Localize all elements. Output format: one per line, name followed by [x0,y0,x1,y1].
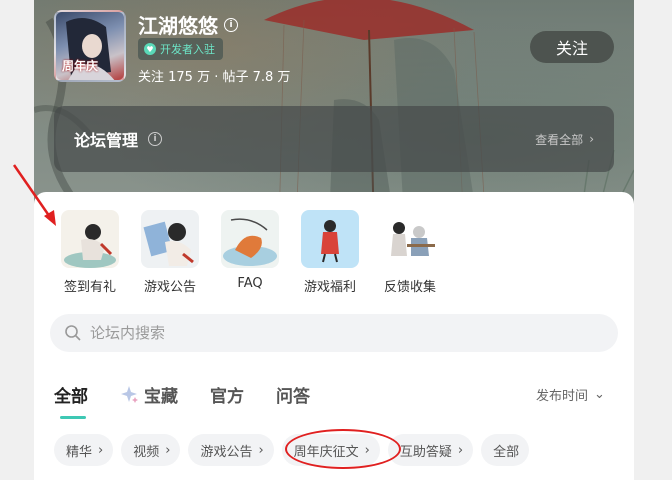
shortcut-feedback[interactable]: 反馈收集 [370,210,450,295]
sparkle-icon [121,385,138,403]
chevron-right-icon: › [457,442,464,458]
sort-dropdown[interactable]: 发布时间 ⌄ [536,385,605,404]
left-gutter [0,0,34,480]
forum-stats: 关注 175 万 · 帖子 7.8 万 [138,70,291,85]
chip-game-announcement[interactable]: 游戏公告 › [188,434,274,466]
tab-label: 全部 [54,387,88,407]
shortcut-grid: 签到有礼 游戏公告 FAQ 游戏福利 反馈收集 [50,210,450,295]
shortcut-label: 签到有礼 [63,280,116,295]
tab-label: 宝藏 [144,387,178,407]
avatar-stamp-text: 周年庆 [62,59,99,73]
chip-label: 精华 [66,444,93,460]
chip-label: 互助答疑 [399,444,452,460]
chip-label: 游戏公告 [200,444,253,460]
announcement-thumbnail [141,210,199,268]
info-icon[interactable]: i [224,17,238,32]
category-chips: 精华 › 视频 › 游戏公告 › 周年庆征文 › 互助答疑 › 全部 [54,434,530,466]
heart-icon: ♥ [144,43,156,55]
developer-badge: ♥ 开发者入驻 [138,38,223,60]
shortcut-game-announcement[interactable]: 游戏公告 [130,210,210,295]
shortcut-label: 游戏福利 [303,280,356,295]
shortcut-label: 游戏公告 [143,280,196,295]
benefits-thumbnail [301,210,359,268]
forum-avatar[interactable]: 周年庆 [54,10,126,82]
chevron-right-icon: › [165,442,171,458]
search-icon [65,325,81,341]
forum-search-bar[interactable] [50,314,618,352]
sort-label: 发布时间 [536,389,589,404]
chevron-right-icon: › [364,442,370,458]
faq-thumbnail [221,210,279,268]
chip-all[interactable]: 全部 [481,434,530,466]
forum-name-text: 江湖悠悠 [138,14,218,38]
follow-button[interactable]: 关注 [530,31,614,63]
forum-title: 江湖悠悠 i [138,10,238,39]
chip-anniversary-essay[interactable]: 周年庆征文 › [281,434,380,466]
view-all-link[interactable]: 查看全部 › [535,131,594,148]
chevron-right-icon: › [258,442,264,458]
tab-treasure[interactable]: 宝藏 [120,382,178,407]
tab-label: 问答 [276,387,310,407]
post-filter-tabs: 全部 宝藏 官方 问答 [54,382,310,419]
tab-official[interactable]: 官方 [210,382,244,407]
chip-label: 全部 [493,444,520,460]
tab-qa[interactable]: 问答 [276,382,310,407]
shortcut-label: FAQ [237,276,263,291]
checkin-thumbnail [61,210,119,268]
chevron-right-icon: › [589,132,594,146]
feedback-thumbnail [381,210,439,268]
chip-essence[interactable]: 精华 › [54,434,114,466]
management-title: 论坛管理 [74,131,139,150]
shortcut-checkin[interactable]: 签到有礼 [50,210,130,295]
right-gutter [634,0,672,480]
chip-label: 视频 [133,444,160,460]
tab-label: 官方 [210,387,244,407]
tab-all[interactable]: 全部 [54,382,88,419]
view-all-text: 查看全部 [535,132,584,147]
search-input[interactable] [90,324,570,342]
chip-video[interactable]: 视频 › [121,434,181,466]
shortcut-faq[interactable]: FAQ [210,210,290,295]
chevron-right-icon: › [98,442,104,458]
chip-label: 周年庆征文 [293,444,359,460]
shortcut-game-benefits[interactable]: 游戏福利 [290,210,370,295]
chevron-down-icon: ⌄ [594,387,605,402]
forum-management-card[interactable]: 论坛管理 i 查看全部 › [54,106,614,172]
badge-text: 开发者入驻 [160,43,215,56]
shortcut-label: 反馈收集 [383,280,436,295]
chip-help-qa[interactable]: 互助答疑 › [387,434,474,466]
info-icon[interactable]: i [148,132,163,146]
